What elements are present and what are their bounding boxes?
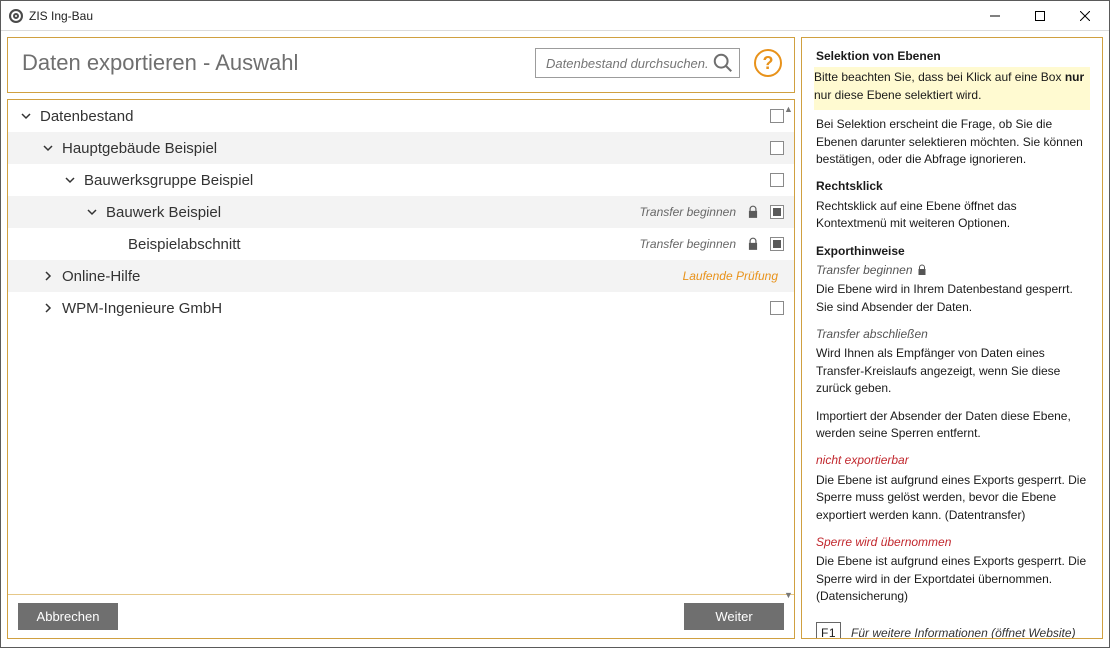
app-window: ZIS Ing-Bau Daten exportieren - Auswahl … [0,0,1110,648]
title-bar: ZIS Ing-Bau [1,1,1109,31]
page-title: Daten exportieren - Auswahl [22,50,527,76]
info-text-bold: nur [1065,70,1084,84]
search-icon [712,52,734,74]
tree-row-label: Bauwerk Beispiel [106,204,635,221]
info-text: Für weitere Informationen (öffnet Websit… [851,625,1076,639]
info-subheading: nicht exportierbar [816,452,1088,469]
info-text: Importiert der Absender der Daten diese … [816,408,1088,443]
info-text: Bei Selektion erscheint die Frage, ob Si… [816,116,1088,168]
f1-help-link[interactable]: F1 Für weitere Informationen (öffnet Web… [816,616,1088,639]
scrollbar[interactable]: ▲▼ [784,104,792,600]
tree-row[interactable]: Bauwerksgruppe Beispiel [8,164,794,196]
cancel-button[interactable]: Abbrechen [18,603,118,630]
header-panel: Daten exportieren - Auswahl ? [7,37,795,93]
info-subheading: Transfer abschließen [816,326,1088,343]
window-close-button[interactable] [1062,1,1107,30]
tree-row-label: Online-Hilfe [62,268,679,285]
info-text: nur diese Ebene selektiert wird. [814,88,981,102]
chevron-down-icon[interactable] [82,206,102,218]
tree-row-label: Hauptgebäude Beispiel [62,140,766,157]
info-subheading: Transfer beginnen [816,263,913,277]
info-text: Wird Ihnen als Empfänger von Daten eines… [816,345,1088,397]
lock-icon [746,205,760,219]
help-icon: ? [763,53,774,74]
tree-row[interactable]: Online-Hilfe Laufende Prüfung [8,260,794,292]
tree-row-label: Bauwerksgruppe Beispiel [84,172,766,189]
info-heading-export: Exporthinweise [816,243,1088,260]
window-minimize-button[interactable] [972,1,1017,30]
checkbox[interactable] [770,141,784,155]
tree-row[interactable]: Datenbestand [8,100,794,132]
app-title: ZIS Ing-Bau [29,9,93,23]
tree-row-label: Datenbestand [40,108,766,125]
info-text: Bitte beachten Sie, dass bei Klick auf e… [814,70,1065,84]
help-button[interactable]: ? [754,49,782,77]
tree-row[interactable]: WPM-Ingenieure GmbH [8,292,794,324]
next-button[interactable]: Weiter [684,603,784,630]
info-text: Die Ebene wird in Ihrem Datenbestand ges… [816,281,1088,316]
info-text: Die Ebene ist aufgrund eines Exports ges… [816,472,1088,524]
button-bar: Abbrechen Weiter [8,595,794,638]
chevron-down-icon[interactable] [38,142,58,154]
tree-panel: Datenbestand Hauptgebäude Beispiel Bauwerk… [7,99,795,639]
search-input[interactable] [535,48,740,78]
tree-row[interactable]: Hauptgebäude Beispiel [8,132,794,164]
chevron-down-icon[interactable] [60,174,80,186]
app-icon [9,9,23,23]
info-text: Rechtsklick auf eine Ebene öffnet das Ko… [816,198,1088,233]
tree-row[interactable]: Beispielabschnitt Transfer beginnen [8,228,794,260]
chevron-down-icon[interactable] [16,110,36,122]
window-maximize-button[interactable] [1017,1,1062,30]
info-text: Die Ebene ist aufgrund eines Exports ges… [816,553,1088,605]
checkbox[interactable] [770,301,784,315]
chevron-right-icon[interactable] [38,302,58,314]
checkbox[interactable] [770,109,784,123]
chevron-right-icon[interactable] [38,270,58,282]
info-heading-rightclick: Rechtsklick [816,178,1088,195]
f1-key-icon: F1 [816,622,841,639]
checkbox[interactable] [770,173,784,187]
status-label: Transfer beginnen [639,237,736,251]
lock-icon [746,237,760,251]
checkbox-indeterminate[interactable] [770,237,784,251]
status-label: Transfer beginnen [639,205,736,219]
status-label: Laufende Prüfung [683,269,778,283]
tree-row-label: Beispielabschnitt [128,236,635,253]
info-panel: Selektion von Ebenen Bitte beachten Sie,… [801,37,1103,639]
info-heading-selection: Selektion von Ebenen [816,48,1088,65]
info-subheading: Sperre wird übernommen [816,534,1088,551]
tree-row-label: WPM-Ingenieure GmbH [62,300,766,317]
lock-icon [916,264,928,276]
checkbox-indeterminate[interactable] [770,205,784,219]
tree-row[interactable]: Bauwerk Beispiel Transfer beginnen [8,196,794,228]
